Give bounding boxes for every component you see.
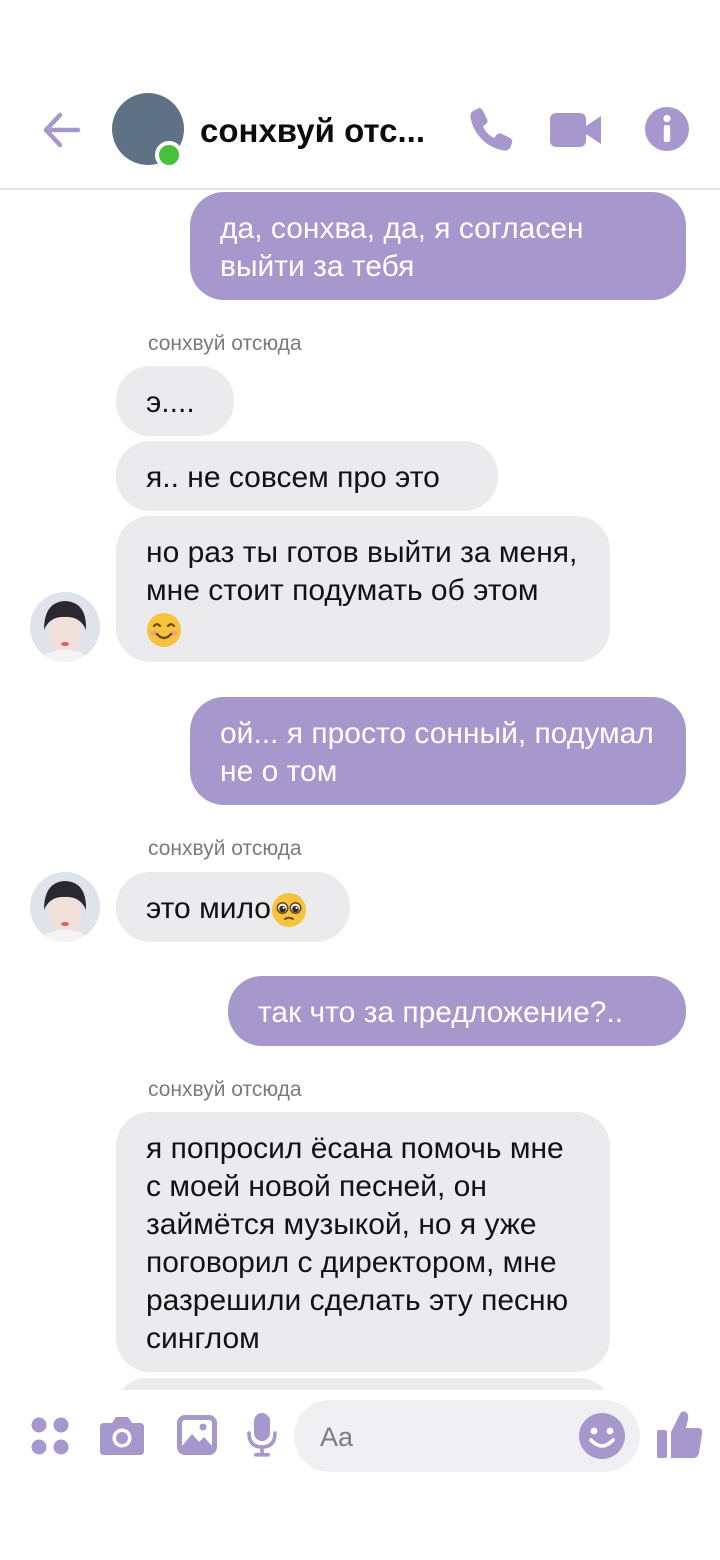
apps-button[interactable] [30, 1416, 70, 1461]
message-input[interactable] [318, 1414, 572, 1460]
incoming-message[interactable]: это мило [116, 872, 350, 942]
sender-name: сонхвуй отсюда [148, 837, 302, 860]
phone-icon [470, 108, 513, 151]
profile-photo [30, 872, 100, 942]
microphone-icon [247, 1413, 277, 1457]
info-icon [645, 107, 689, 151]
incoming-message-partial[interactable] [116, 1378, 610, 1390]
incoming-message[interactable]: я.. не совсем про это [116, 441, 498, 511]
message-text: это мило [146, 892, 271, 925]
camera-button[interactable] [98, 1414, 146, 1461]
thumbs-up-icon [657, 1411, 703, 1458]
back-button[interactable] [38, 106, 86, 154]
incoming-message[interactable]: но раз ты готов выйти за меня, мне стоит… [116, 516, 610, 662]
sender-name: сонхвуй отсюда [148, 332, 302, 355]
smiling-face-icon [147, 613, 181, 648]
info-button[interactable] [644, 106, 690, 157]
emoji-button[interactable] [578, 1412, 626, 1465]
outgoing-message[interactable]: ой... я просто сонный, подумал не о том [190, 697, 686, 805]
incoming-message[interactable]: э.... [116, 366, 234, 436]
contact-avatar-small[interactable] [30, 592, 100, 662]
like-button[interactable] [656, 1410, 704, 1465]
gallery-button[interactable] [176, 1414, 218, 1461]
emoji-icon [579, 1413, 625, 1459]
image-icon [177, 1415, 217, 1455]
apps-icon [31, 1417, 69, 1455]
outgoing-message[interactable]: да, сонхва, да, я согласен выйти за тебя [190, 192, 686, 300]
video-camera-icon [550, 113, 601, 147]
arrow-left-icon [43, 112, 81, 148]
chat-title[interactable]: сонхвуй отс... [200, 112, 425, 150]
chat-header: сонхвуй отс... [0, 0, 720, 190]
sender-name: сонхвуй отсюда [148, 1078, 302, 1101]
message-composer [0, 1390, 720, 1560]
message-input-container[interactable] [294, 1400, 640, 1472]
pleading-face-icon [271, 893, 306, 928]
camera-icon [100, 1417, 144, 1455]
message-text: но раз ты готов выйти за меня, мне стоит… [146, 536, 578, 607]
contact-avatar-small[interactable] [30, 872, 100, 942]
message-list[interactable]: да, сонхва, да, я согласен выйти за тебя… [0, 190, 720, 1390]
call-button[interactable] [466, 104, 516, 159]
profile-photo [30, 592, 100, 662]
incoming-message[interactable]: я попросил ёсана помочь мне с моей новой… [116, 1112, 610, 1372]
online-status-indicator [155, 141, 183, 169]
video-call-button[interactable] [548, 110, 604, 155]
voice-message-button[interactable] [246, 1412, 278, 1463]
outgoing-message[interactable]: так что за предложение?.. [228, 976, 686, 1046]
